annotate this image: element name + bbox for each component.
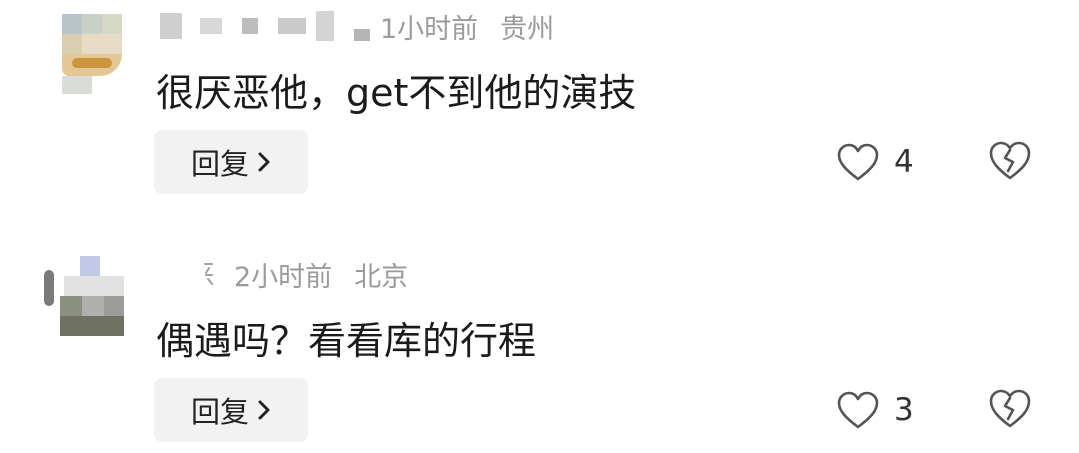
reply-label: 回复	[190, 395, 249, 429]
heart-icon	[837, 143, 879, 181]
like-button[interactable]: 3	[836, 385, 914, 435]
comment-item: 1小时前 贵州 很厌恶他，get不到他的演技 回复 4	[0, 0, 1079, 220]
broken-heart-icon[interactable]	[987, 138, 1033, 184]
username-redacted[interactable]	[202, 254, 216, 294]
reply-label: 回复	[190, 147, 249, 181]
avatar[interactable]	[62, 14, 126, 94]
heart-icon	[837, 391, 879, 429]
comment-item: 2小时前 北京 偶遇吗？看看库的行程 回复 3	[0, 220, 1079, 453]
comment-text: 偶遇吗？看看库的行程	[156, 319, 537, 363]
comment-meta: 2小时前 北京	[160, 254, 408, 294]
avatar[interactable]	[44, 256, 124, 336]
like-count: 4	[894, 144, 914, 180]
comment-time: 2小时前	[234, 261, 333, 293]
chevron-right-icon	[258, 152, 270, 172]
comment-time: 1小时前	[380, 13, 479, 45]
redacted-glyph	[204, 263, 213, 285]
like-count: 3	[894, 392, 914, 428]
comment-location: 贵州	[500, 13, 555, 45]
comment-meta: 1小时前 贵州	[160, 6, 554, 46]
comment-text: 很厌恶他，get不到他的演技	[156, 71, 637, 115]
comment-location: 北京	[354, 261, 409, 293]
broken-heart-icon[interactable]	[987, 386, 1033, 432]
like-button[interactable]: 4	[836, 137, 914, 187]
username-redacted[interactable]	[160, 6, 370, 46]
reply-button[interactable]: 回复	[154, 130, 308, 194]
chevron-right-icon	[258, 400, 270, 420]
reply-button[interactable]: 回复	[154, 378, 308, 442]
